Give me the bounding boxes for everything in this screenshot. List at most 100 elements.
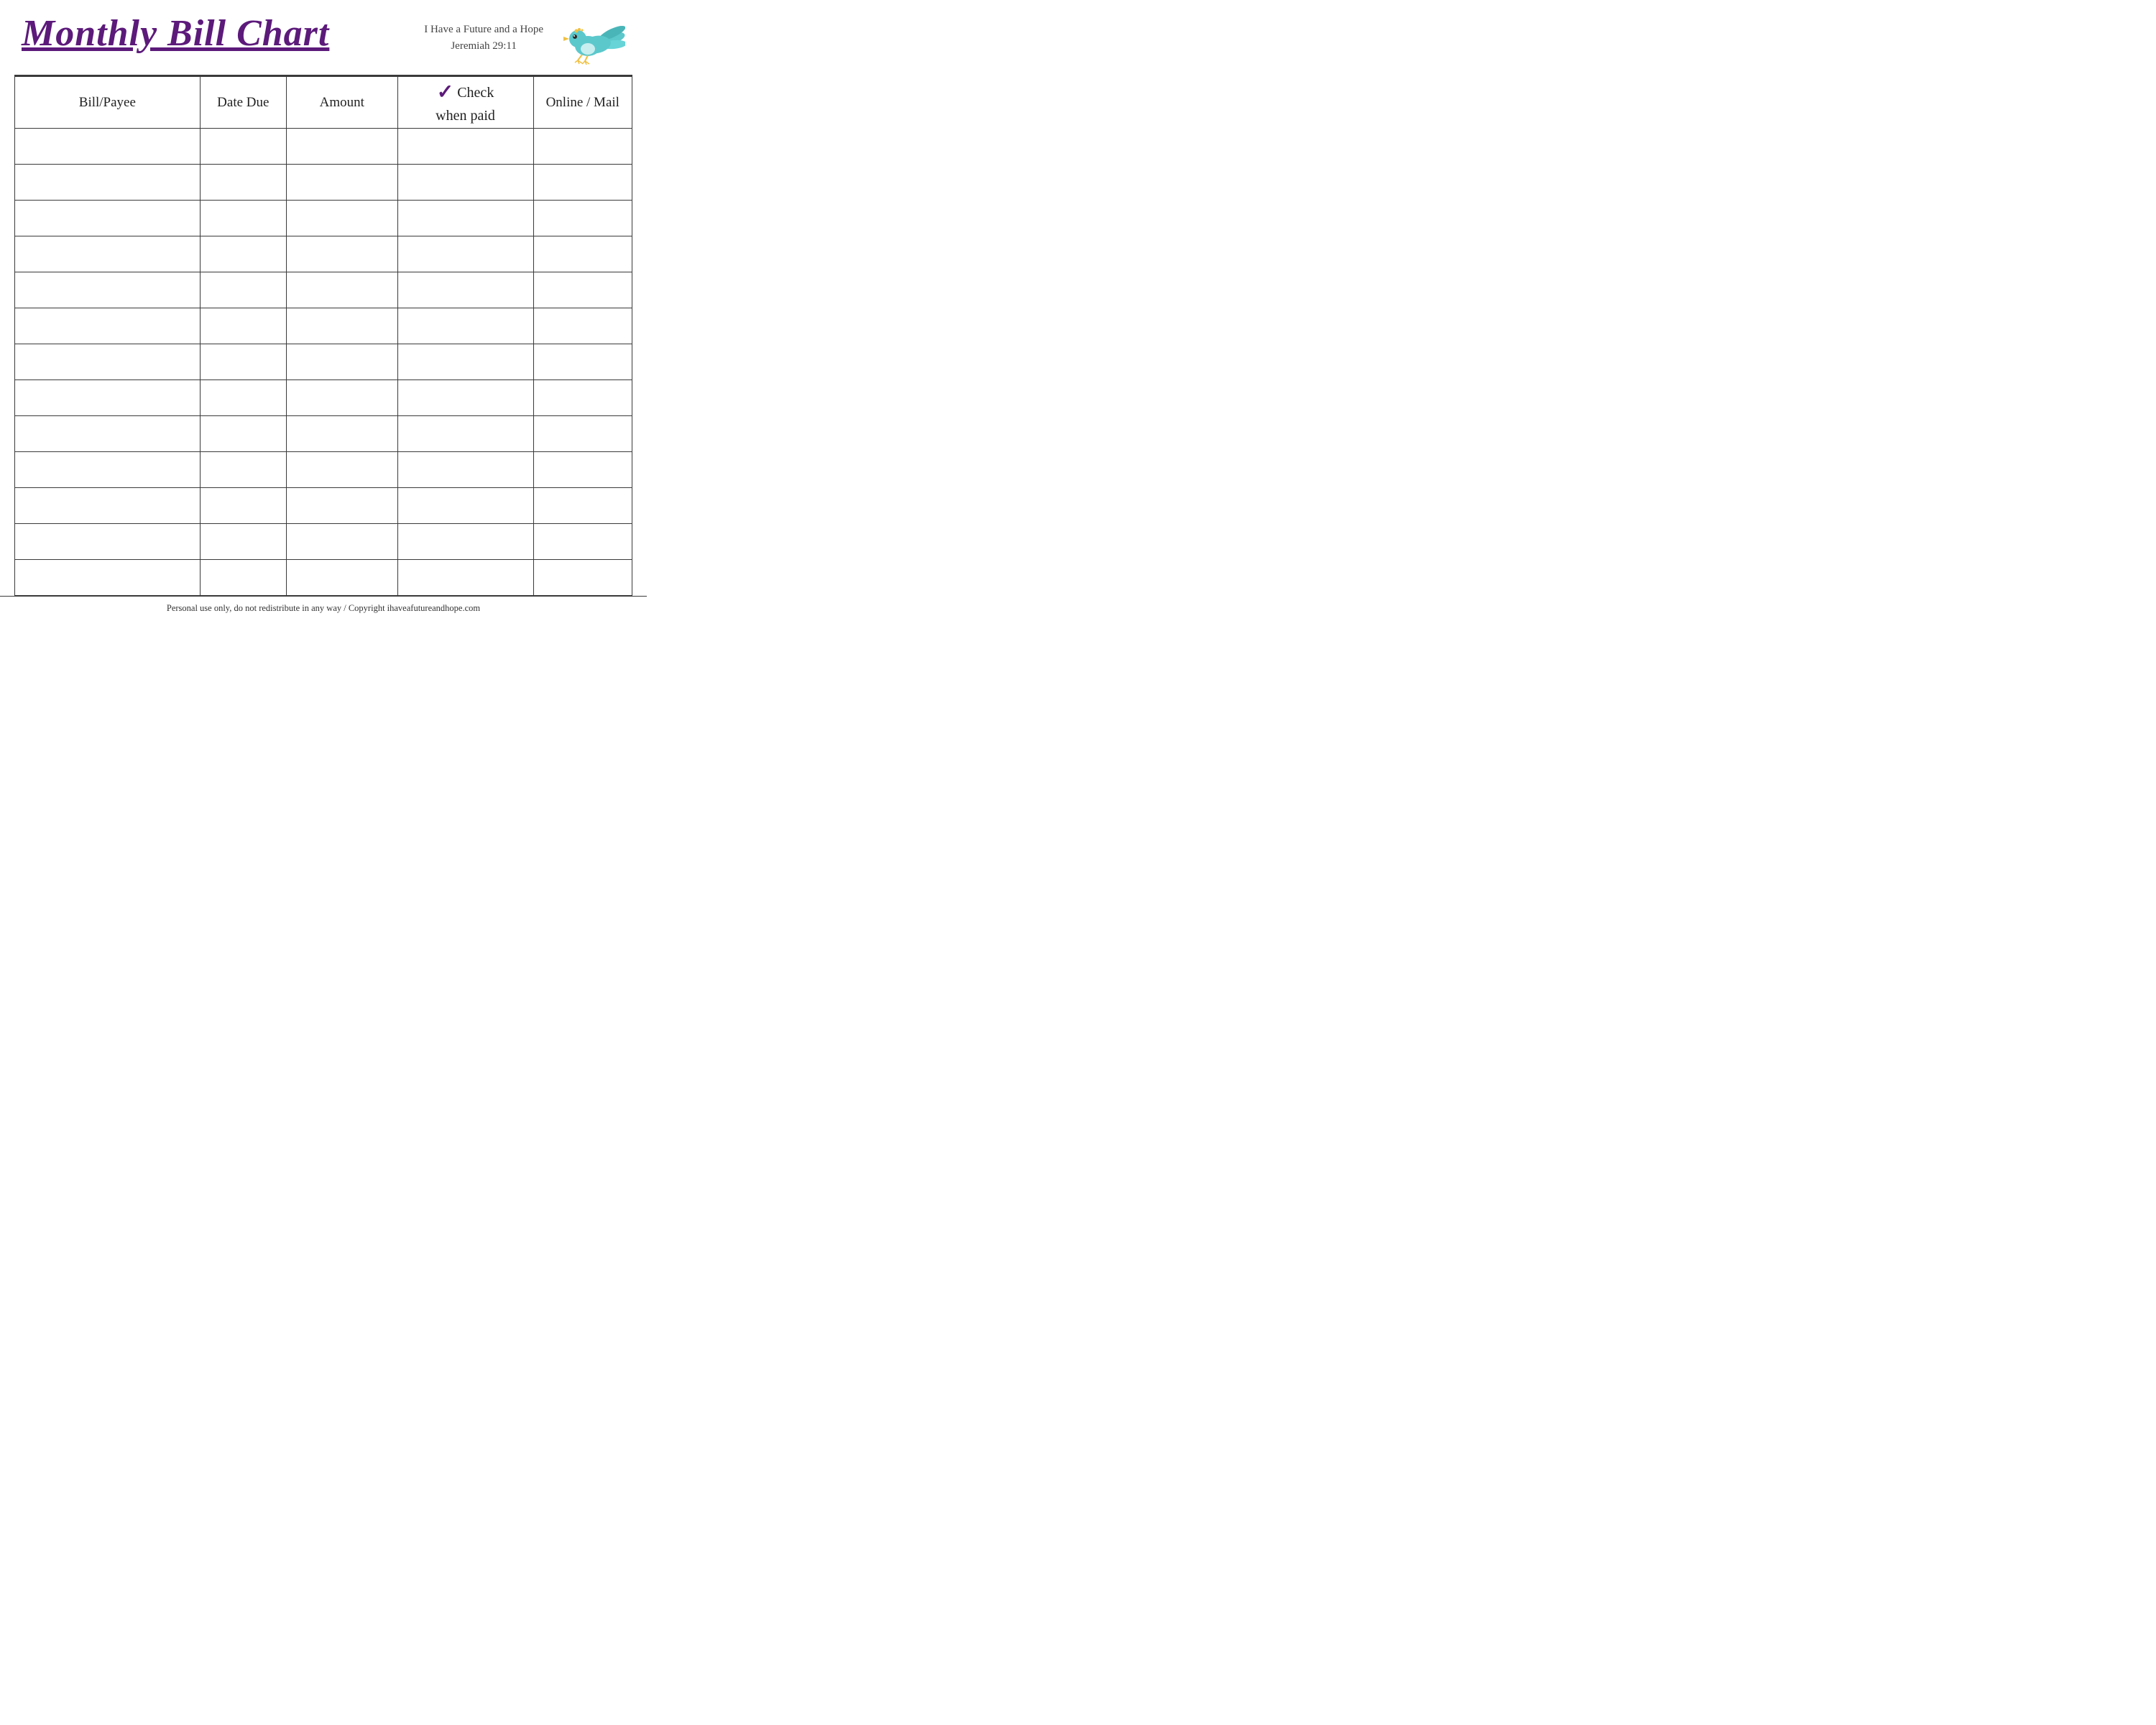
- table-cell[interactable]: [15, 344, 201, 380]
- table-cell[interactable]: [533, 236, 632, 272]
- table-cell[interactable]: [533, 272, 632, 308]
- table-row: [15, 272, 632, 308]
- header: Monthly Bill Chart I Have a Future and a…: [0, 0, 647, 75]
- table-cell[interactable]: [15, 272, 201, 308]
- table-cell[interactable]: [397, 308, 533, 344]
- table-row: [15, 201, 632, 236]
- table-cell[interactable]: [200, 272, 286, 308]
- table-cell[interactable]: [15, 488, 201, 524]
- table-cell[interactable]: [286, 488, 397, 524]
- table-cell[interactable]: [533, 344, 632, 380]
- table-cell[interactable]: [200, 452, 286, 488]
- table-body: [15, 129, 632, 596]
- table-cell[interactable]: [200, 524, 286, 560]
- table-cell[interactable]: [533, 380, 632, 416]
- table-cell[interactable]: [15, 129, 201, 165]
- table-cell[interactable]: [397, 560, 533, 596]
- check-header-content: ✓ Check when paid: [398, 80, 533, 124]
- table-cell[interactable]: [200, 560, 286, 596]
- main-title: Monthly Bill Chart: [22, 13, 329, 54]
- table-cell[interactable]: [200, 129, 286, 165]
- col-header-date: Date Due: [200, 77, 286, 129]
- table-cell[interactable]: [533, 524, 632, 560]
- table-row: [15, 416, 632, 452]
- table-row: [15, 560, 632, 596]
- table-row: [15, 488, 632, 524]
- checkmark-symbol: ✓: [437, 80, 453, 106]
- table-cell[interactable]: [200, 201, 286, 236]
- table-header-row: Bill/Payee Date Due Amount ✓ Check when …: [15, 77, 632, 129]
- bird-svg: [561, 17, 625, 68]
- table-cell[interactable]: [533, 488, 632, 524]
- table-cell[interactable]: [397, 416, 533, 452]
- table-cell[interactable]: [533, 416, 632, 452]
- table-cell[interactable]: [397, 236, 533, 272]
- title-block: Monthly Bill Chart: [22, 13, 329, 54]
- col-header-amount: Amount: [286, 77, 397, 129]
- table-cell[interactable]: [533, 165, 632, 201]
- tagline-line1: I Have a Future and a Hope: [424, 22, 543, 38]
- table-row: [15, 344, 632, 380]
- table-cell[interactable]: [397, 272, 533, 308]
- table-wrapper: Bill/Payee Date Due Amount ✓ Check when …: [14, 76, 632, 596]
- table-cell[interactable]: [397, 165, 533, 201]
- table-cell[interactable]: [15, 201, 201, 236]
- table-cell[interactable]: [200, 344, 286, 380]
- table-cell[interactable]: [200, 308, 286, 344]
- tagline-block: I Have a Future and a Hope Jeremiah 29:1…: [424, 22, 543, 54]
- col-header-payee: Bill/Payee: [15, 77, 201, 129]
- footer: Personal use only, do not redistribute i…: [0, 596, 647, 620]
- table-cell[interactable]: [200, 416, 286, 452]
- table-cell[interactable]: [200, 236, 286, 272]
- table-cell[interactable]: [15, 308, 201, 344]
- col-header-online: Online / Mail: [533, 77, 632, 129]
- table-cell[interactable]: [533, 452, 632, 488]
- table-cell[interactable]: [397, 201, 533, 236]
- table-cell[interactable]: [533, 201, 632, 236]
- table-cell[interactable]: [286, 344, 397, 380]
- table-cell[interactable]: [15, 165, 201, 201]
- table-row: [15, 236, 632, 272]
- table-cell[interactable]: [15, 236, 201, 272]
- table-cell[interactable]: [533, 308, 632, 344]
- table-cell[interactable]: [286, 380, 397, 416]
- table-cell[interactable]: [15, 452, 201, 488]
- table-row: [15, 380, 632, 416]
- table-cell[interactable]: [15, 560, 201, 596]
- check-text-whenpaid: when paid: [436, 106, 495, 125]
- table-cell[interactable]: [200, 380, 286, 416]
- bird-icon: [561, 17, 625, 68]
- table-cell[interactable]: [397, 452, 533, 488]
- table-cell[interactable]: [397, 129, 533, 165]
- table-cell[interactable]: [286, 165, 397, 201]
- table-cell[interactable]: [15, 416, 201, 452]
- table-cell[interactable]: [397, 524, 533, 560]
- table-cell[interactable]: [15, 380, 201, 416]
- table-cell[interactable]: [286, 308, 397, 344]
- bill-chart-table: Bill/Payee Date Due Amount ✓ Check when …: [14, 76, 632, 596]
- table-cell[interactable]: [397, 488, 533, 524]
- table-cell[interactable]: [533, 560, 632, 596]
- table-row: [15, 165, 632, 201]
- table-row: [15, 308, 632, 344]
- page: Monthly Bill Chart I Have a Future and a…: [0, 0, 647, 620]
- footer-text: Personal use only, do not redistribute i…: [167, 603, 480, 613]
- table-cell[interactable]: [286, 524, 397, 560]
- table-cell[interactable]: [200, 488, 286, 524]
- table-cell[interactable]: [286, 129, 397, 165]
- table-cell[interactable]: [286, 452, 397, 488]
- tagline-line2: Jeremiah 29:11: [451, 38, 517, 55]
- table-cell[interactable]: [286, 201, 397, 236]
- table-cell[interactable]: [286, 236, 397, 272]
- table-cell[interactable]: [397, 344, 533, 380]
- table-row: [15, 452, 632, 488]
- table-cell[interactable]: [286, 560, 397, 596]
- table-row: [15, 129, 632, 165]
- table-cell[interactable]: [286, 272, 397, 308]
- table-cell[interactable]: [533, 129, 632, 165]
- table-cell[interactable]: [286, 416, 397, 452]
- table-cell[interactable]: [15, 524, 201, 560]
- table-cell[interactable]: [397, 380, 533, 416]
- table-cell[interactable]: [200, 165, 286, 201]
- check-row: ✓ Check: [437, 80, 494, 106]
